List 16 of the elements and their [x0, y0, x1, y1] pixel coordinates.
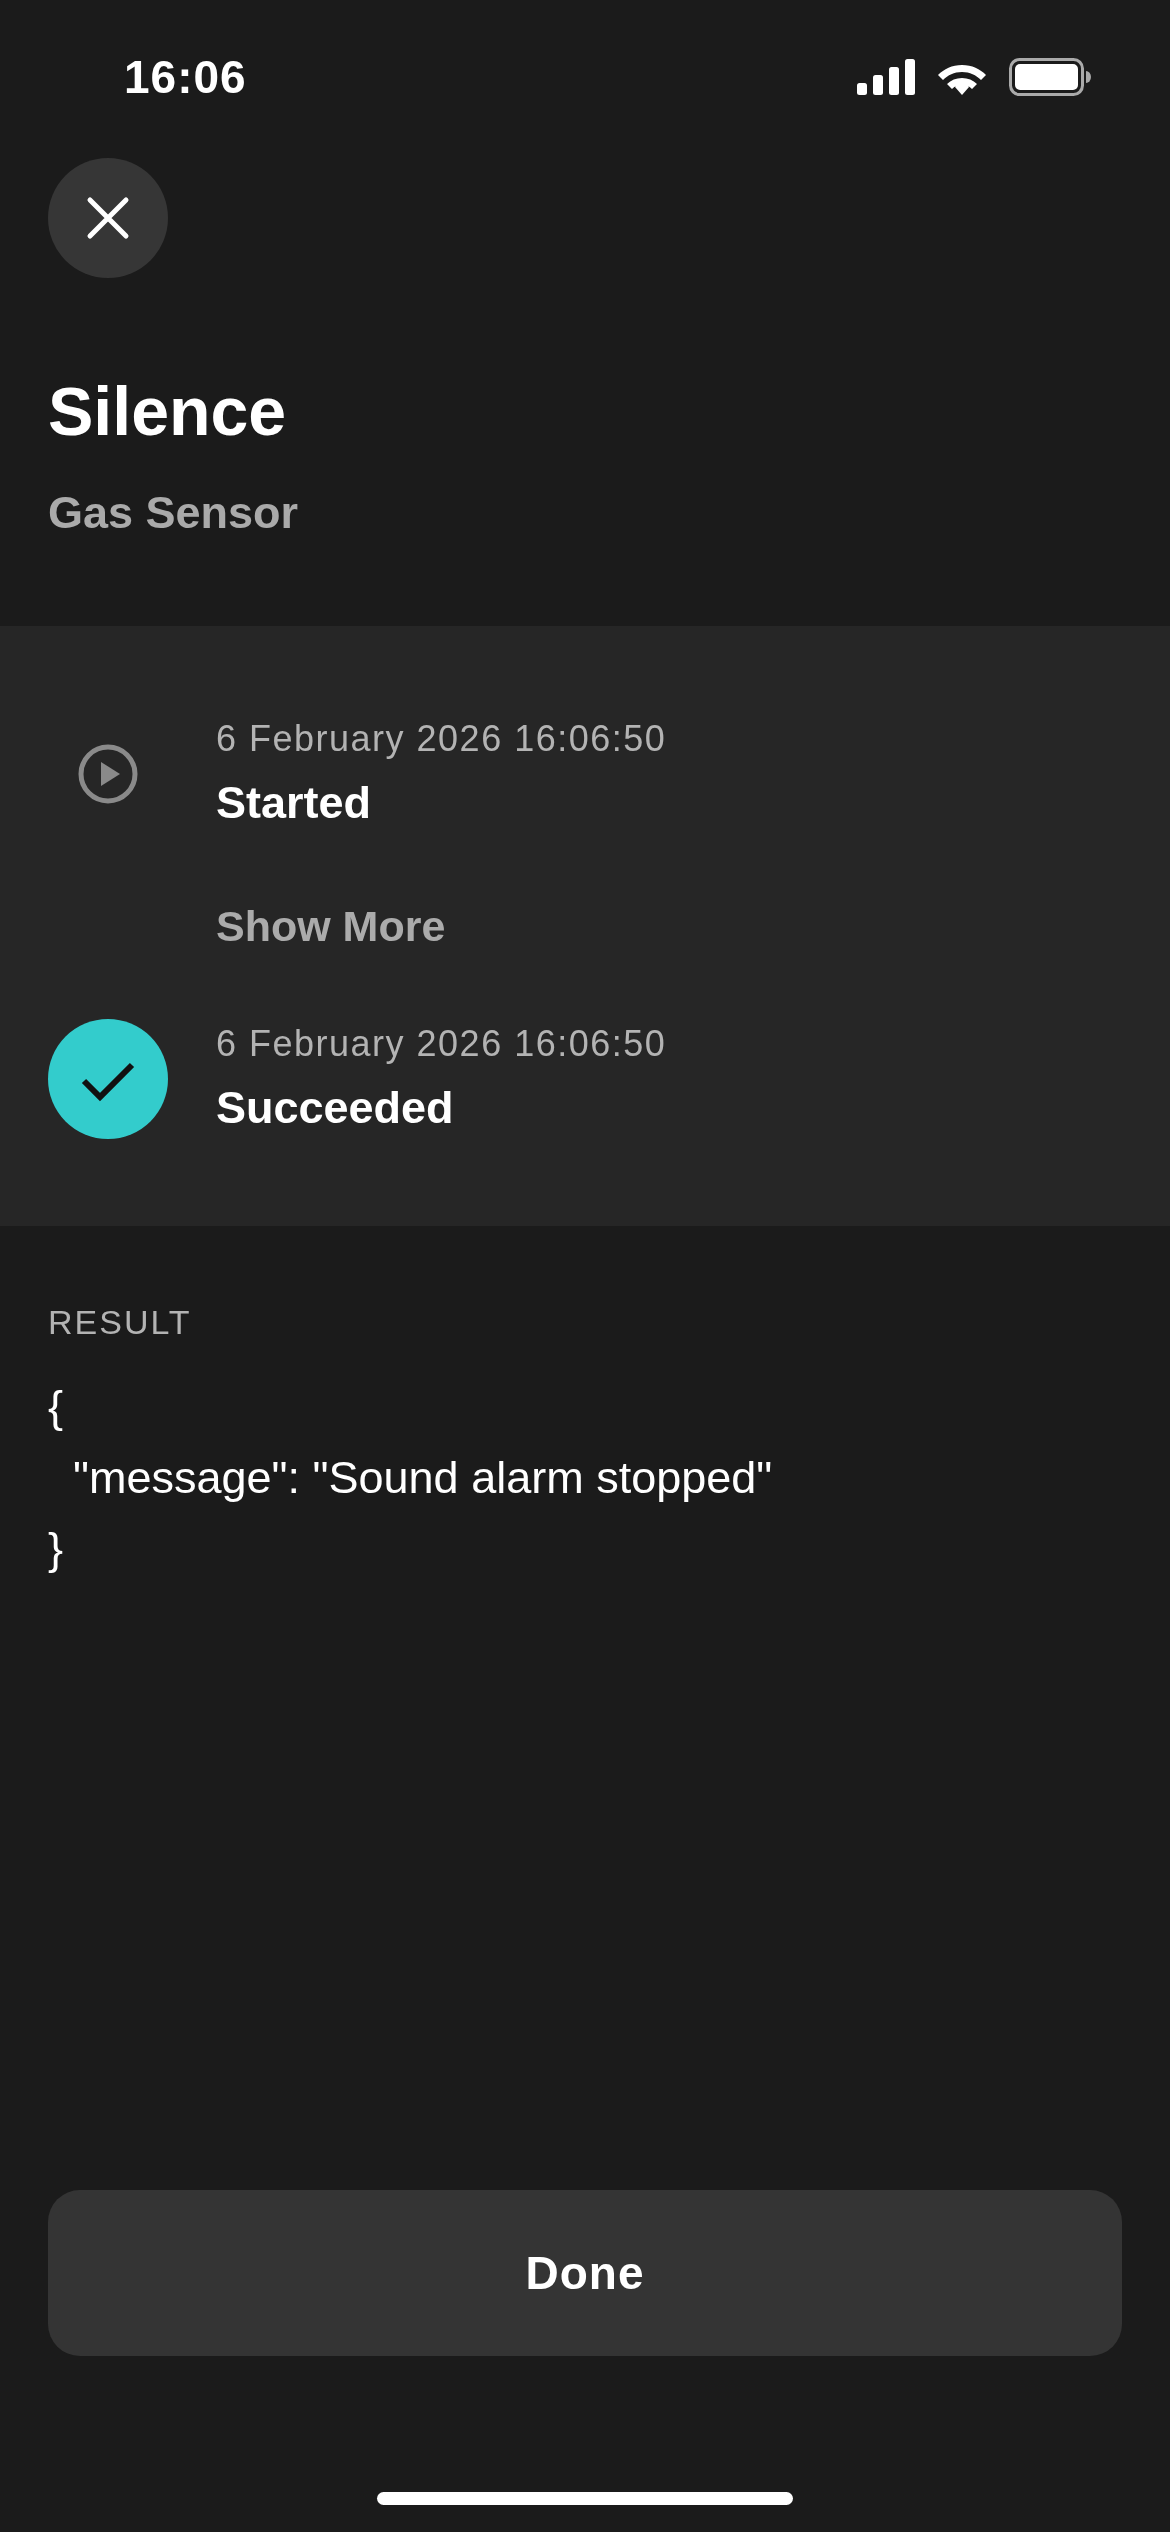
close-icon [86, 196, 130, 240]
step-status: Started [216, 776, 373, 830]
signal-icon [857, 59, 915, 95]
clock-time: 16:06 [124, 50, 248, 104]
show-more-link[interactable]: Show More [216, 898, 446, 954]
step-status: Succeeded [216, 1081, 455, 1135]
done-button[interactable]: Done [48, 2190, 1122, 2356]
battery-icon [1009, 58, 1091, 96]
device-name: Gas Sensor [48, 486, 300, 540]
result-json: { "message": "Sound alarm stopped" } [48, 1380, 773, 1576]
play-icon [78, 744, 138, 804]
step-timestamp: 6 February 2026 16:06:50 [216, 717, 667, 761]
result-heading: RESULT [48, 1302, 193, 1342]
page-title: Silence [48, 372, 288, 451]
success-check-icon [48, 1019, 168, 1139]
step-timestamp: 6 February 2026 16:06:50 [216, 1022, 667, 1066]
